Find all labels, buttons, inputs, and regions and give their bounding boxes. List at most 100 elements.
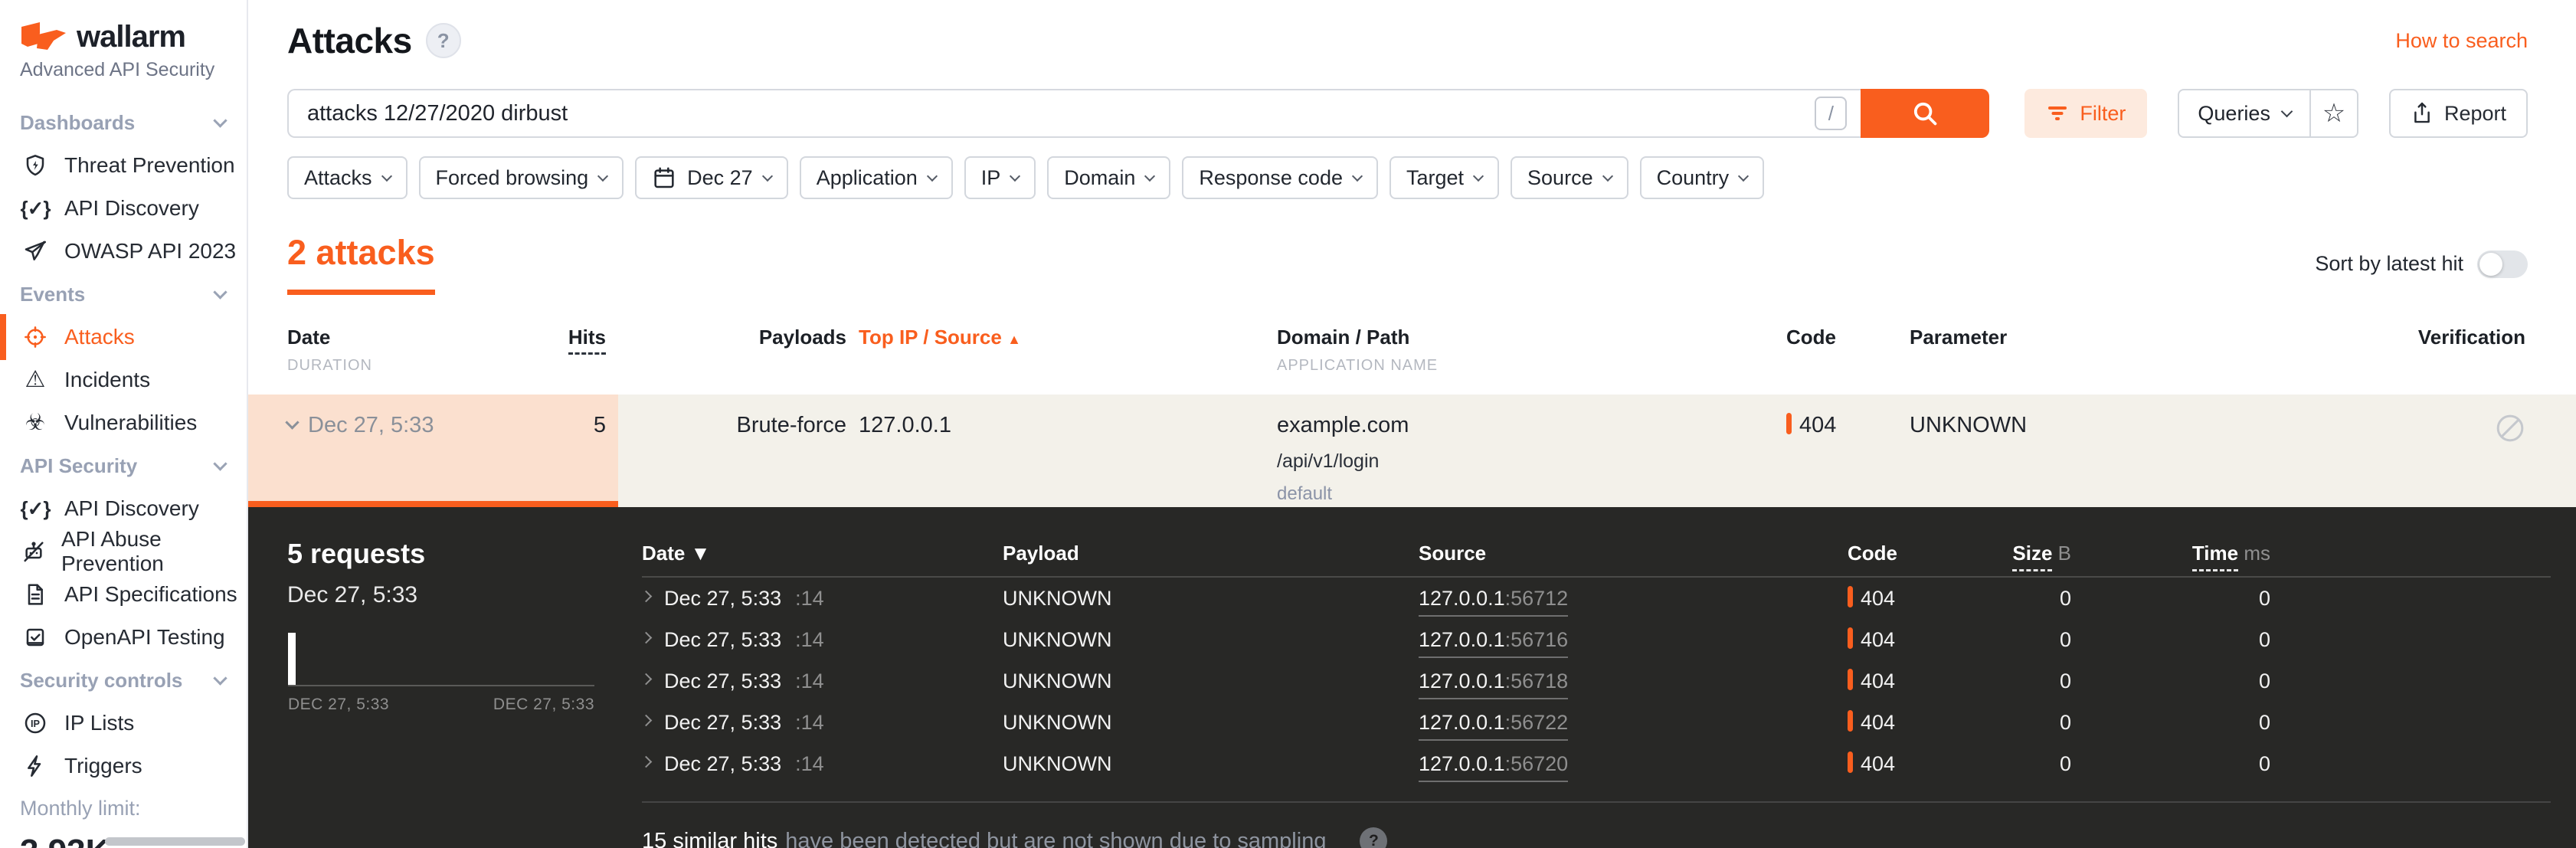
results-row: 2 attacks Sort by latest hit: [248, 233, 2576, 295]
sidebar-item-threat-prevention[interactable]: Threat Prevention: [0, 144, 247, 187]
sidebar-section-security-controls[interactable]: Security controls: [0, 659, 247, 702]
filter-chip-application[interactable]: Application: [799, 156, 953, 199]
status-code-indicator: [1848, 751, 1853, 773]
sidebar-item-attacks[interactable]: Attacks: [0, 314, 247, 360]
filter-chip-source[interactable]: Source: [1511, 156, 1628, 199]
no-verification-icon[interactable]: [2495, 414, 2525, 449]
col-request-date[interactable]: Date ▼: [642, 542, 1003, 565]
filter-chip-target[interactable]: Target: [1389, 156, 1500, 199]
attack-payload: Brute-force: [618, 395, 859, 507]
col-hits[interactable]: Hits: [568, 326, 606, 355]
queries-dropdown[interactable]: Queries: [2179, 90, 2309, 136]
request-row[interactable]: Dec 27, 5:33:14 UNKNOWN 127.0.0.1:56722 …: [640, 702, 2551, 743]
request-row[interactable]: Dec 27, 5:33:14 UNKNOWN 127.0.0.1:56716 …: [640, 619, 2551, 660]
filter-chip-forced-browsing[interactable]: Forced browsing: [418, 156, 624, 199]
attack-top-ip: 127.0.0.1: [859, 395, 1277, 507]
source-link[interactable]: 127.0.0.1:56712: [1419, 586, 1569, 617]
requests-histogram: DEC 27, 5:33 DEC 27, 5:33: [288, 633, 594, 714]
attack-path: /api/v1/login: [1277, 450, 1380, 472]
sidebar-item-triggers[interactable]: Triggers: [0, 745, 247, 787]
sort-desc-icon: ▼: [690, 541, 711, 565]
search-input[interactable]: [289, 90, 1861, 136]
col-request-time[interactable]: Time ms: [2071, 541, 2270, 571]
sidebar-item-incidents[interactable]: ⚠ Incidents: [0, 359, 247, 401]
favorite-query-button[interactable]: ☆: [2309, 90, 2357, 136]
request-time: 0: [2258, 669, 2270, 692]
request-size: 0: [2059, 586, 2071, 610]
requests-table-header: Date ▼ Payload Source Code Size B Time m…: [642, 530, 2551, 578]
chevron-down-icon: [1010, 170, 1021, 182]
request-date: Dec 27, 5:33: [664, 586, 782, 610]
checklist-icon: [21, 625, 49, 650]
col-top-ip-source[interactable]: Top IP / Source ▲: [859, 326, 1021, 349]
logo-block[interactable]: wallarm Advanced API Security: [0, 0, 247, 81]
source-link[interactable]: 127.0.0.1:56720: [1419, 751, 1569, 782]
request-size: 0: [2059, 627, 2071, 651]
attack-date: Dec 27, 5:33: [308, 413, 434, 437]
attack-row[interactable]: Dec 27, 5:33 5 Brute-force 127.0.0.1 exa…: [248, 395, 2576, 507]
filter-chip-country[interactable]: Country: [1639, 156, 1765, 199]
search-box: /: [287, 89, 1861, 138]
attack-hits: 5: [521, 395, 618, 507]
question-badge-icon[interactable]: ?: [1360, 827, 1388, 848]
chevron-down-icon: [381, 170, 392, 182]
sampling-note: 15 similar hits have been detected but a…: [642, 827, 1388, 848]
how-to-search-link[interactable]: How to search: [2395, 29, 2528, 53]
filter-button[interactable]: Filter: [2024, 89, 2148, 138]
chevron-down-icon: [1738, 170, 1750, 182]
filter-chip-dec-27[interactable]: Dec 27: [635, 156, 788, 199]
braces-check-icon: {✓}: [20, 196, 51, 220]
chevron-down-icon: [2280, 105, 2293, 117]
sidebar-section-api-security[interactable]: API Security: [0, 444, 247, 487]
app-root: wallarm Advanced API Security Dashboards…: [0, 0, 2576, 848]
requests-panel: 5 requests Dec 27, 5:33 DEC 27, 5:33 DEC…: [248, 507, 2576, 848]
help-icon[interactable]: ?: [425, 23, 461, 58]
col-verification: Verification: [2417, 326, 2525, 349]
histogram-axis: [288, 685, 594, 686]
calendar-icon: [652, 165, 676, 190]
request-code: 404: [1861, 752, 1896, 775]
filter-chip-attacks[interactable]: Attacks: [287, 156, 408, 199]
sidebar-item-api-abuse-prevention[interactable]: API Abuse Prevention: [0, 527, 247, 575]
sidebar-section-events[interactable]: Events: [0, 273, 247, 316]
search-button[interactable]: [1861, 89, 1990, 138]
attacks-table-header: Date DURATION Hits Payloads Top IP / Sou…: [248, 326, 2576, 375]
status-code-indicator: [1786, 413, 1792, 434]
shield-bolt-icon: [21, 153, 49, 178]
sort-toggle[interactable]: [2477, 250, 2528, 278]
source-link[interactable]: 127.0.0.1:56718: [1419, 669, 1569, 699]
axis-start-label: DEC 27, 5:33: [288, 696, 390, 713]
main-content: Attacks ? How to search /: [248, 0, 2576, 848]
lightning-icon: [21, 754, 49, 778]
report-button[interactable]: Report: [2388, 89, 2528, 138]
request-time: 0: [2258, 751, 2270, 775]
sidebar-item-api-specifications[interactable]: API Specifications: [0, 573, 247, 616]
source-link[interactable]: 127.0.0.1:56716: [1419, 627, 1569, 658]
request-code: 404: [1861, 587, 1896, 610]
status-code-indicator: [1848, 669, 1853, 690]
similar-hits-count: 15 similar hits: [642, 828, 778, 848]
request-row[interactable]: Dec 27, 5:33:14 UNKNOWN 127.0.0.1:56720 …: [640, 743, 2551, 784]
col-duration: DURATION: [287, 357, 372, 374]
sidebar-item-openapi-testing[interactable]: OpenAPI Testing: [0, 616, 247, 659]
sidebar-item-ip-lists[interactable]: IP IP Lists: [0, 702, 247, 745]
attack-application[interactable]: default: [1277, 483, 1786, 505]
filter-icon: [2046, 103, 2069, 123]
request-row[interactable]: Dec 27, 5:33:14 UNKNOWN 127.0.0.1:56718 …: [640, 660, 2551, 702]
filter-chip-ip[interactable]: IP: [964, 156, 1036, 199]
col-request-size[interactable]: Size B: [1956, 541, 2071, 571]
sidebar-item-owasp-api-2023[interactable]: OWASP API 2023: [0, 230, 247, 273]
filter-chip-domain[interactable]: Domain: [1047, 156, 1171, 199]
sidebar-item-api-discovery[interactable]: {✓} API Discovery: [0, 187, 247, 230]
warning-icon: ⚠: [25, 367, 46, 392]
request-row[interactable]: Dec 27, 5:33:14 UNKNOWN 127.0.0.1:56712 …: [640, 578, 2551, 619]
sidebar-item-api-discovery[interactable]: {✓} API Discovery: [0, 487, 247, 530]
chevron-down-icon: [1602, 170, 1613, 182]
horizontal-scrollbar-thumb[interactable]: [105, 837, 245, 846]
filter-chip-response-code[interactable]: Response code: [1182, 156, 1378, 199]
source-link[interactable]: 127.0.0.1:56722: [1419, 710, 1569, 741]
sidebar-item-vulnerabilities[interactable]: ☣ Vulnerabilities: [0, 401, 247, 444]
sidebar-section-dashboards[interactable]: Dashboards: [0, 101, 247, 144]
request-size: 0: [2059, 751, 2071, 775]
col-date[interactable]: Date: [287, 326, 521, 349]
